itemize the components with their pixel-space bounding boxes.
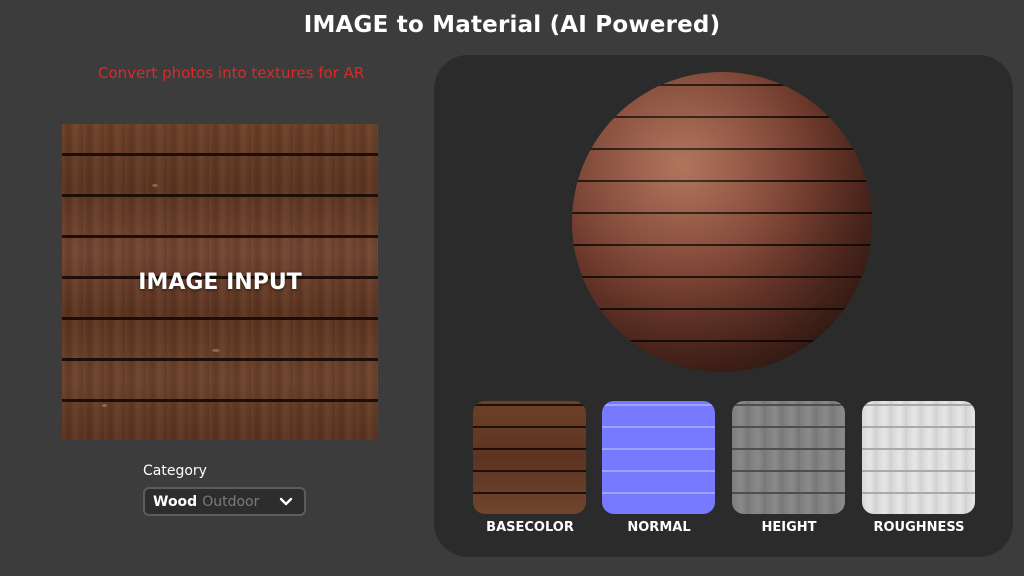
height-map-thumbnail[interactable] (732, 401, 845, 514)
normal-map-thumbnail[interactable] (602, 401, 715, 514)
page-title: IMAGE to Material (AI Powered) (303, 12, 721, 38)
category-selected-main: Wood (153, 493, 198, 510)
roughness-map-thumbnail[interactable] (862, 401, 975, 514)
image-input-dropzone[interactable]: IMAGE INPUT (62, 124, 378, 440)
height-map-label: HEIGHT (761, 520, 817, 535)
basecolor-map-thumbnail[interactable] (473, 401, 586, 514)
page-subtitle: Convert photos into textures for AR (98, 64, 365, 82)
material-preview-sphere[interactable] (572, 72, 872, 372)
category-label: Category (143, 463, 207, 479)
normal-map-label: NORMAL (627, 520, 691, 535)
basecolor-map-label: BASECOLOR (486, 520, 574, 535)
category-dropdown[interactable]: Wood Outdoor (143, 487, 306, 516)
sphere-shading (572, 72, 872, 372)
image-input-label: IMAGE INPUT (138, 269, 302, 295)
category-selected-sub: Outdoor (202, 493, 260, 510)
chevron-down-icon (279, 497, 293, 506)
roughness-map-label: ROUGHNESS (873, 520, 965, 535)
